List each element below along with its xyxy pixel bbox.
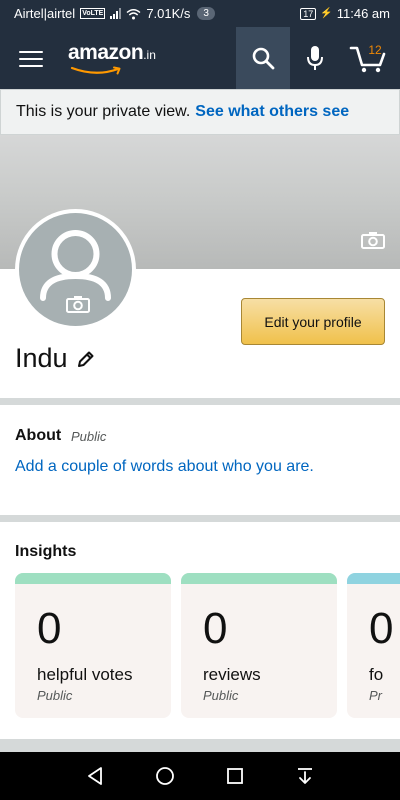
wifi-icon <box>126 8 141 19</box>
back-icon <box>88 767 102 785</box>
back-button[interactable] <box>84 765 106 787</box>
camera-icon[interactable] <box>66 295 90 313</box>
home-icon <box>156 767 174 785</box>
card-accent-bar <box>347 573 400 584</box>
card-visibility: Public <box>37 688 73 703</box>
logo-suffix: .in <box>143 48 156 62</box>
logo-text: amazon <box>68 41 144 64</box>
card-visibility: Public <box>203 688 239 703</box>
amazon-logo[interactable]: amazon.in <box>68 41 156 75</box>
private-view-text: This is your private view. <box>16 103 191 120</box>
cart-button[interactable]: 12 <box>340 27 396 89</box>
carrier-label: Airtel|airtel <box>14 6 76 21</box>
insights-heading: Insights <box>15 543 77 560</box>
edit-profile-button[interactable]: Edit your profile <box>241 298 385 345</box>
section-divider <box>0 398 400 405</box>
profile-name: Indu <box>15 343 68 373</box>
logo-smile-icon <box>70 66 121 75</box>
section-divider <box>0 739 400 752</box>
private-view-banner: This is your private view. See what othe… <box>0 89 400 135</box>
section-divider <box>0 515 400 522</box>
recents-button[interactable] <box>224 765 246 787</box>
card-visibility: Pr <box>369 688 382 703</box>
insight-card-partial[interactable]: 0 fo Pr <box>347 573 400 718</box>
system-nav-bar <box>0 752 400 800</box>
signal-icon <box>110 8 122 19</box>
notifications-pull-button[interactable] <box>294 765 316 787</box>
search-button[interactable] <box>236 27 290 89</box>
add-bio-link[interactable]: Add a couple of words about who you are. <box>15 458 314 476</box>
app-header: amazon.in 12 <box>0 27 400 89</box>
card-label: fo <box>369 665 384 684</box>
card-accent-bar <box>15 573 171 584</box>
home-button[interactable] <box>154 765 176 787</box>
charging-icon: ⚡ <box>320 8 333 19</box>
recents-icon <box>227 768 243 784</box>
mic-icon <box>307 46 323 70</box>
insight-card-helpful-votes[interactable]: 0 helpful votes Public <box>15 573 171 718</box>
clock: 11:46 am <box>336 6 390 21</box>
status-bar: Airtel|airtel VoLTE 7.01K/s 3 17 ⚡ 11:46… <box>0 0 400 27</box>
camera-icon[interactable] <box>361 231 385 249</box>
insight-card-reviews[interactable]: 0 reviews Public <box>181 573 337 718</box>
battery-level: 17 <box>303 8 314 19</box>
avatar-placeholder <box>19 213 132 326</box>
card-value: 0 <box>203 604 228 653</box>
menu-icon[interactable] <box>12 45 50 73</box>
cart-count: 12 <box>368 43 382 57</box>
see-what-others-see-link[interactable]: See what others see <box>195 103 349 121</box>
volte-badge: VoLTE <box>80 8 106 19</box>
card-value: 0 <box>37 604 62 653</box>
card-label: helpful votes <box>37 665 133 684</box>
battery-icon: 17 <box>300 7 317 20</box>
about-visibility: Public <box>71 429 107 444</box>
mic-button[interactable] <box>292 27 338 89</box>
search-icon <box>252 47 275 70</box>
card-value: 0 <box>369 604 394 653</box>
about-heading: About <box>15 427 62 444</box>
network-speed: 7.01K/s <box>146 6 191 21</box>
pencil-icon[interactable] <box>76 349 96 369</box>
avatar[interactable] <box>15 209 136 330</box>
notification-count: 3 <box>197 7 215 20</box>
card-accent-bar <box>181 573 337 584</box>
pull-down-icon <box>298 768 312 784</box>
card-label: reviews <box>203 665 261 684</box>
